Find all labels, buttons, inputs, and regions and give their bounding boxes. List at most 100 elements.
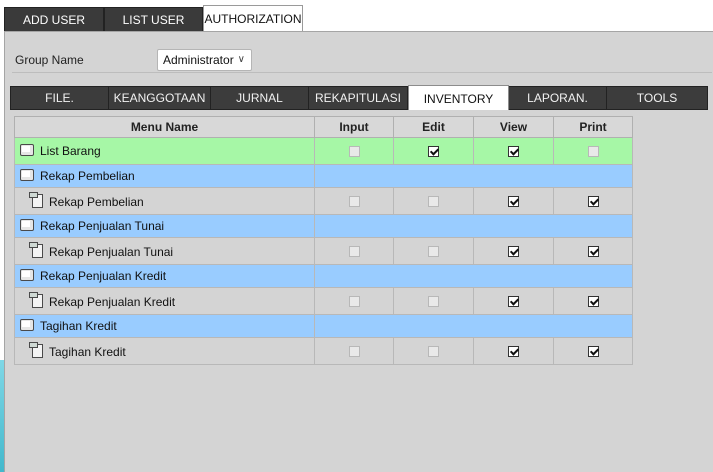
tab-jurnal[interactable]: JURNAL: [211, 87, 309, 109]
menu-name-label: Rekap Penjualan Kredit: [49, 294, 176, 309]
document-icon: [29, 241, 43, 258]
menu-name-cell: Rekap Penjualan Tunai: [14, 237, 315, 265]
edit-checkbox: [428, 295, 439, 307]
divider: [12, 72, 712, 73]
top-tab-bar: ADD USER LIST USER AUTHORIZATION: [0, 0, 713, 31]
folder-icon: [20, 269, 34, 281]
input-cell: [314, 287, 394, 315]
group-row: Tagihan Kredit: [14, 314, 633, 338]
folder-icon: [20, 319, 34, 331]
view-checkbox[interactable]: [508, 195, 519, 207]
group-row-spacer: [314, 164, 633, 188]
tab-laporan[interactable]: LAPORAN.: [509, 87, 607, 109]
input-checkbox: [348, 345, 360, 357]
menu-name-cell: Tagihan Kredit: [14, 314, 315, 338]
table-row: Tagihan Kredit: [14, 337, 633, 365]
table-row: Rekap Penjualan Tunai: [14, 237, 633, 265]
tab-authorization[interactable]: AUTHORIZATION: [203, 5, 303, 31]
print-checkbox: [587, 145, 599, 157]
print-checkbox[interactable]: [587, 345, 599, 357]
input-cell: [314, 337, 394, 365]
document-icon: [29, 191, 43, 208]
group-row: Rekap Penjualan Tunai: [14, 214, 633, 238]
menu-name-cell: List Barang: [14, 137, 315, 165]
menu-name-cell: Rekap Penjualan Kredit: [14, 264, 315, 288]
input-checkbox: [348, 195, 360, 207]
edit-cell: [393, 187, 474, 215]
group-row: Rekap Penjualan Kredit: [14, 264, 633, 288]
tab-tools[interactable]: TOOLS: [607, 87, 707, 109]
folder-icon: [20, 169, 34, 181]
edit-checkbox[interactable]: [428, 145, 439, 157]
group-name-select[interactable]: Administrator ∨: [157, 49, 252, 71]
menu-name-cell: Rekap Pembelian: [14, 187, 315, 215]
view-cell: [473, 237, 554, 265]
group-row: Rekap Pembelian: [14, 164, 633, 188]
view-checkbox[interactable]: [508, 295, 519, 307]
input-cell: [314, 187, 394, 215]
view-cell: [473, 187, 554, 215]
tab-add-user[interactable]: ADD USER: [4, 7, 104, 31]
print-cell: [553, 137, 633, 165]
menu-name-label: Rekap Pembelian: [49, 194, 144, 209]
tab-list-user[interactable]: LIST USER: [104, 7, 203, 31]
print-checkbox[interactable]: [587, 295, 599, 307]
menu-name-label: Rekap Penjualan Tunai: [49, 244, 174, 259]
tab-rekapitulasi[interactable]: REKAPITULASI: [309, 87, 408, 109]
print-cell: [553, 287, 633, 315]
menu-name-label: Rekap Penjualan Tunai: [40, 219, 165, 233]
input-cell: [314, 237, 394, 265]
print-cell: [553, 237, 633, 265]
view-checkbox[interactable]: [508, 145, 519, 157]
print-checkbox[interactable]: [587, 245, 599, 257]
edit-cell: [393, 337, 474, 365]
group-row-spacer: [314, 214, 633, 238]
input-checkbox: [348, 295, 360, 307]
folder-icon: [20, 144, 34, 156]
folder-icon: [20, 219, 34, 231]
edit-cell: [393, 137, 474, 165]
column-header-menu-name: Menu Name: [14, 116, 315, 138]
view-checkbox[interactable]: [508, 245, 519, 257]
menu-name-label: Tagihan Kredit: [49, 344, 126, 359]
view-cell: [473, 287, 554, 315]
menu-name-cell: Rekap Penjualan Kredit: [14, 287, 315, 315]
left-edge-accent: [0, 360, 4, 472]
edit-cell: [393, 287, 474, 315]
menu-name-cell: Rekap Pembelian: [14, 164, 315, 188]
input-checkbox: [348, 145, 360, 157]
menu-name-label: Rekap Penjualan Kredit: [40, 269, 167, 283]
group-row-spacer: [314, 314, 633, 338]
tab-keanggotaan[interactable]: KEANGGOTAAN: [109, 87, 211, 109]
menu-name-label: List Barang: [40, 144, 101, 158]
permission-table: Menu Name Input Edit View Print List Bar…: [14, 116, 633, 365]
print-cell: [553, 337, 633, 365]
tab-inventory[interactable]: INVENTORY: [408, 85, 509, 110]
menu-name-label: Tagihan Kredit: [40, 319, 117, 333]
menu-name-cell: Rekap Penjualan Tunai: [14, 214, 315, 238]
table-row: List Barang: [14, 137, 633, 165]
edit-checkbox: [428, 345, 439, 357]
menu-name-label: Rekap Pembelian: [40, 169, 135, 183]
group-row-spacer: [314, 264, 633, 288]
edit-cell: [393, 237, 474, 265]
column-header-view: View: [473, 116, 554, 138]
input-cell: [314, 137, 394, 165]
print-checkbox[interactable]: [587, 195, 599, 207]
view-checkbox[interactable]: [508, 345, 519, 357]
document-icon: [29, 341, 43, 358]
group-name-value: Administrator: [163, 53, 234, 67]
group-name-label: Group Name: [15, 53, 84, 67]
edit-checkbox: [428, 245, 439, 257]
edit-checkbox: [428, 195, 439, 207]
input-checkbox: [348, 245, 360, 257]
view-cell: [473, 137, 554, 165]
column-header-print: Print: [553, 116, 633, 138]
menu-name-cell: Tagihan Kredit: [14, 337, 315, 365]
column-header-edit: Edit: [393, 116, 474, 138]
module-tab-bar: FILE. KEANGGOTAAN JURNAL REKAPITULASI IN…: [10, 85, 708, 110]
view-cell: [473, 337, 554, 365]
table-header-row: Menu Name Input Edit View Print: [14, 116, 633, 138]
tab-file[interactable]: FILE.: [11, 87, 109, 109]
chevron-down-icon: ∨: [237, 54, 245, 65]
